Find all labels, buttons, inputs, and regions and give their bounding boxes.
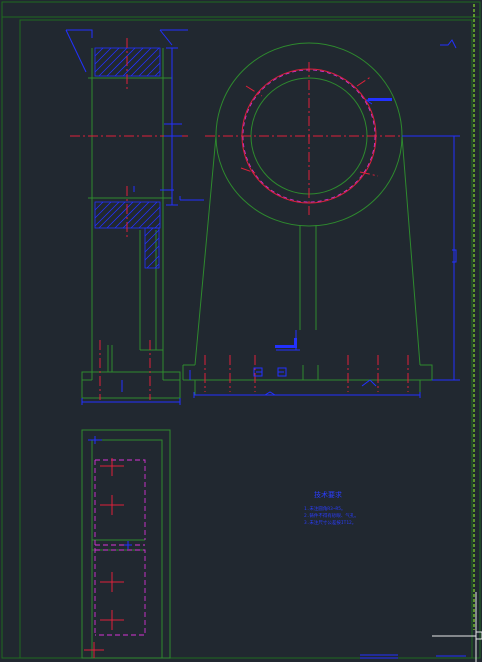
notes-line-3: 3.未注尺寸公差按IT12。 xyxy=(304,519,356,526)
side-view xyxy=(65,29,204,405)
front-view-dimension-marks xyxy=(253,98,392,377)
side-view-outline xyxy=(81,48,181,399)
side-view-dimensions xyxy=(65,29,204,405)
cad-drawing-canvas[interactable]: 技术要求 1.未注圆角R3~R5。 2.铸件不得有砂眼、气孔。 3.未注尺寸公差… xyxy=(0,0,482,662)
technical-notes: 技术要求 1.未注圆角R3~R5。 2.铸件不得有砂眼、气孔。 3.未注尺寸公差… xyxy=(304,490,359,526)
front-view-outline xyxy=(182,42,433,396)
notes-title: 技术要求 xyxy=(314,490,342,499)
front-view xyxy=(182,42,460,398)
notes-line-2: 2.铸件不得有砂眼、气孔。 xyxy=(304,512,359,519)
top-view xyxy=(81,429,171,659)
drawing-frame xyxy=(1,1,481,659)
top-view-hidden-lines xyxy=(94,459,146,636)
corner-mark xyxy=(440,39,457,49)
notes-line-1: 1.未注圆角R3~R5。 xyxy=(304,505,345,512)
front-view-center-lines xyxy=(204,62,412,392)
top-view-center-marks xyxy=(84,458,124,658)
